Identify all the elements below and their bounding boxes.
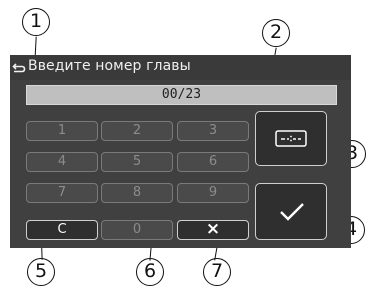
key-9[interactable]: 9	[177, 183, 249, 203]
key-8[interactable]: 8	[101, 183, 173, 203]
back-icon[interactable]	[12, 60, 26, 79]
close-icon: ×	[205, 219, 221, 239]
check-icon	[279, 202, 305, 226]
time-format-button[interactable]	[255, 111, 327, 166]
chapter-display-value: 00/23	[161, 87, 202, 102]
time-format-icon	[275, 130, 307, 151]
key-5[interactable]: 5	[101, 152, 173, 172]
delete-button[interactable]: ×	[177, 220, 249, 240]
key-4[interactable]: 4	[26, 152, 98, 172]
callout-7: 7	[203, 258, 231, 286]
key-1[interactable]: 1	[26, 121, 98, 141]
screen-title: Введите номер главы	[28, 58, 191, 74]
key-2[interactable]: 2	[101, 121, 173, 141]
key-0[interactable]: 0	[101, 220, 173, 240]
callout-6: 6	[136, 258, 164, 286]
confirm-button[interactable]	[255, 183, 327, 240]
callout-2: 2	[262, 19, 290, 47]
title-bar: Введите номер главы	[10, 55, 351, 80]
key-6[interactable]: 6	[177, 152, 249, 172]
key-3[interactable]: 3	[177, 121, 249, 141]
chapter-input-screen: Введите номер главы 00/23 1 2 3 4 5 6 7 …	[10, 55, 351, 248]
callout-1: 1	[22, 8, 50, 36]
clear-button[interactable]: C	[26, 220, 98, 240]
callout-5: 5	[27, 258, 55, 286]
key-7[interactable]: 7	[26, 183, 98, 203]
chapter-display-field: 00/23	[26, 85, 337, 105]
